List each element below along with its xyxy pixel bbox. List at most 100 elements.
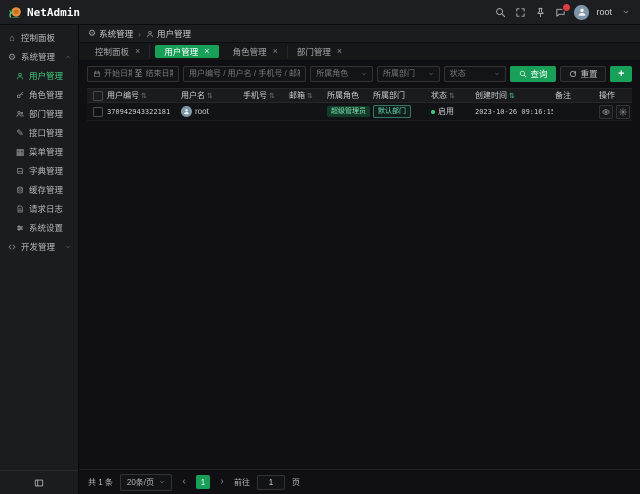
- goto-label: 前往: [234, 477, 250, 488]
- pin-icon[interactable]: [534, 6, 547, 19]
- page-size-value: 20条/页: [127, 477, 154, 488]
- status-text: 启用: [438, 106, 454, 117]
- role-select[interactable]: 所属角色: [310, 66, 373, 82]
- key-icon: [15, 90, 25, 100]
- calendar-icon: [93, 70, 101, 78]
- tab-dashboard[interactable]: 控制面板 ×: [86, 45, 150, 58]
- user-menu-chevron-down-icon[interactable]: [619, 6, 632, 19]
- current-page-button[interactable]: 1: [196, 475, 210, 489]
- col-status[interactable]: 状态 ⇅: [429, 90, 473, 101]
- tab-roles[interactable]: 角色管理 ×: [224, 45, 288, 58]
- close-icon[interactable]: ×: [135, 47, 140, 56]
- sidebar-item-cache[interactable]: 缓存管理: [0, 180, 78, 199]
- username-label[interactable]: root: [596, 7, 612, 17]
- user-icon: [146, 30, 154, 38]
- reset-button[interactable]: 重置: [560, 66, 606, 82]
- message-icon[interactable]: [554, 6, 567, 19]
- department-select[interactable]: 所属部门: [377, 66, 440, 82]
- collapse-sidebar-icon[interactable]: [33, 477, 45, 489]
- code-icon: [7, 242, 17, 252]
- next-page-button[interactable]: ›: [217, 477, 227, 487]
- topbar: NetAdmin root: [0, 0, 640, 25]
- chevron-up-icon: [65, 54, 71, 60]
- col-email[interactable]: 邮箱 ⇅: [287, 90, 325, 101]
- sidebar-item-users[interactable]: 用户管理: [0, 66, 78, 85]
- row-checkbox[interactable]: [93, 107, 103, 117]
- reset-button-label: 重置: [580, 68, 597, 80]
- goto-page-input[interactable]: [257, 475, 285, 490]
- prev-page-button[interactable]: ‹: [179, 477, 189, 487]
- role-tag: 超级管理员: [327, 106, 370, 117]
- role-select-placeholder: 所属角色: [316, 68, 348, 79]
- username-text: root: [195, 107, 209, 116]
- page-size-select[interactable]: 20条/页: [120, 474, 172, 491]
- breadcrumb: ⚙ 系统管理 › 用户管理: [79, 25, 640, 43]
- pencil-icon: ✎: [15, 128, 25, 138]
- snail-logo-icon: [8, 5, 23, 20]
- keyword-input[interactable]: [189, 69, 300, 78]
- sort-icon[interactable]: ⇅: [269, 92, 275, 100]
- keyword-search-field: [183, 66, 306, 82]
- tab-departments[interactable]: 部门管理 ×: [288, 45, 351, 58]
- search-icon[interactable]: [494, 6, 507, 19]
- app-body: ⌂ 控制面板 ⚙ 系统管理 用户管理: [0, 25, 640, 494]
- sort-icon[interactable]: ⇅: [449, 92, 455, 100]
- add-user-button[interactable]: +: [610, 66, 632, 82]
- sidebar-item-dictionary[interactable]: 字典管理: [0, 161, 78, 180]
- sidebar-item-request-logs[interactable]: 请求日志: [0, 199, 78, 218]
- chevron-down-icon: [361, 71, 367, 77]
- col-phone[interactable]: 手机号 ⇅: [241, 90, 287, 101]
- menu-grid-icon: ▦: [15, 147, 25, 157]
- department-tag: 默认部门: [373, 105, 411, 118]
- breadcrumb-item-system[interactable]: ⚙ 系统管理: [88, 28, 133, 40]
- sidebar-item-roles[interactable]: 角色管理: [0, 85, 78, 104]
- search-button[interactable]: 查询: [510, 66, 556, 82]
- sidebar-menu: ⌂ 控制面板 ⚙ 系统管理 用户管理: [0, 25, 78, 470]
- sidebar-item-api[interactable]: ✎ 接口管理: [0, 123, 78, 142]
- sort-icon[interactable]: ⇅: [207, 92, 213, 100]
- select-all-checkbox[interactable]: [93, 91, 103, 101]
- user-icon: [15, 71, 25, 81]
- chevron-down-icon: [428, 71, 434, 77]
- sidebar-item-menus[interactable]: ▦ 菜单管理: [0, 142, 78, 161]
- row-settings-button[interactable]: [616, 105, 630, 119]
- close-icon[interactable]: ×: [273, 47, 278, 56]
- col-department: 所属部门: [371, 90, 429, 101]
- cell-actions: [597, 105, 632, 119]
- sort-icon[interactable]: ⇅: [141, 92, 147, 100]
- main-area: ⚙ 系统管理 › 用户管理 控制面板 × 用户管理 ×: [79, 25, 640, 494]
- sidebar-group-system[interactable]: ⚙ 系统管理: [0, 47, 78, 66]
- user-avatar[interactable]: [574, 5, 589, 20]
- sidebar-item-label: 菜单管理: [29, 146, 63, 158]
- sidebar-item-dashboard[interactable]: ⌂ 控制面板: [0, 28, 78, 47]
- tab-label: 角色管理: [233, 46, 267, 58]
- table-header-row: 用户编号 ⇅ 用户名 ⇅ 手机号 ⇅ 邮箱 ⇅: [87, 88, 632, 103]
- col-username[interactable]: 用户名 ⇅: [179, 90, 241, 101]
- sidebar-group-development[interactable]: 开发管理: [0, 237, 78, 256]
- date-range-picker[interactable]: 开始日期 至 结束日期: [87, 66, 179, 82]
- close-icon[interactable]: ×: [204, 47, 209, 56]
- col-user-id[interactable]: 用户编号 ⇅: [105, 90, 179, 101]
- sidebar-item-departments[interactable]: 部门管理: [0, 104, 78, 123]
- gear-icon: ⚙: [7, 52, 17, 62]
- view-button[interactable]: [599, 105, 613, 119]
- sidebar-item-system-settings[interactable]: 系统设置: [0, 218, 78, 237]
- cell-role: 超级管理员: [325, 106, 371, 117]
- table-empty-space: [87, 121, 632, 469]
- status-select[interactable]: 状态: [444, 66, 507, 82]
- tab-users[interactable]: 用户管理 ×: [155, 45, 218, 58]
- col-created-at[interactable]: 创建时间 ⇅: [473, 90, 553, 101]
- sidebar-item-label: 部门管理: [29, 108, 63, 120]
- sort-icon-active[interactable]: ⇅: [509, 92, 515, 100]
- fullscreen-icon[interactable]: [514, 6, 527, 19]
- sidebar-item-label: 用户管理: [29, 70, 63, 82]
- sidebar-item-label: 角色管理: [29, 89, 63, 101]
- col-remark: 备注: [553, 90, 597, 101]
- sidebar-footer: [0, 470, 78, 494]
- date-end-placeholder: 结束日期: [146, 68, 174, 79]
- status-dot-icon: [431, 110, 435, 114]
- sort-icon[interactable]: ⇅: [307, 92, 313, 100]
- sidebar-item-label: 控制面板: [21, 32, 55, 44]
- close-icon[interactable]: ×: [337, 47, 342, 56]
- breadcrumb-item-users[interactable]: 用户管理: [146, 28, 191, 40]
